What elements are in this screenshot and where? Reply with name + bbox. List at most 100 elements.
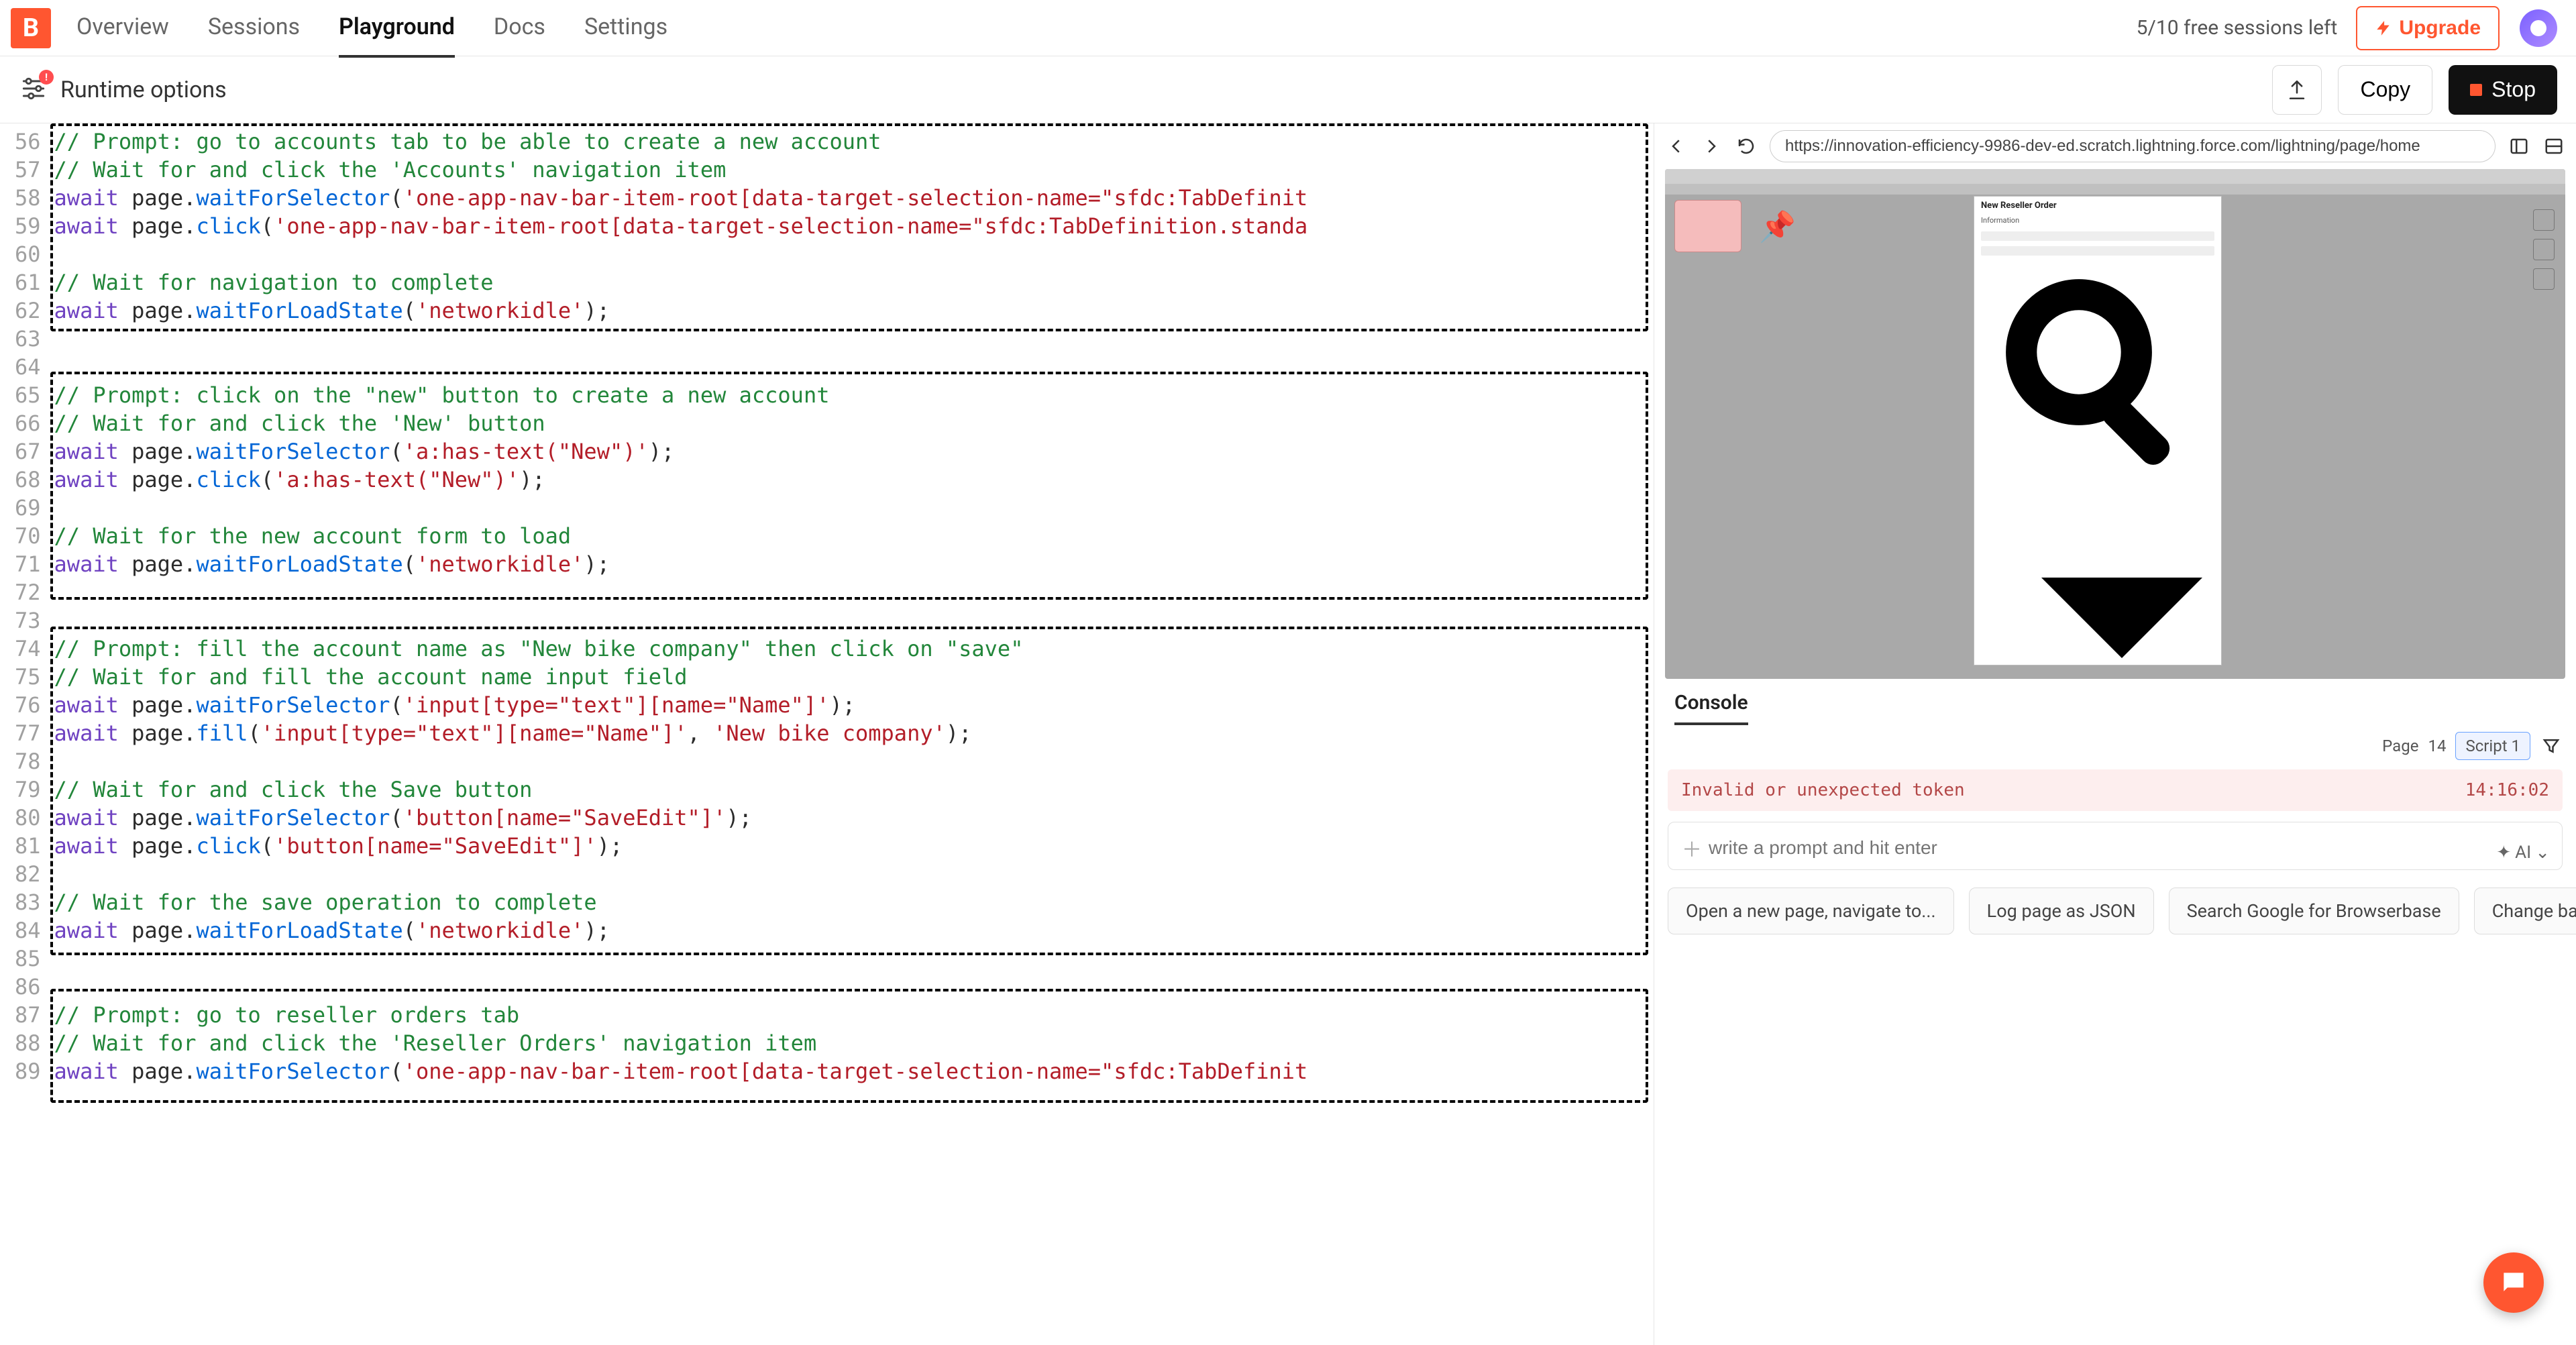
preview-modal-field: [1981, 231, 2214, 241]
code-line[interactable]: await page.waitForLoadState('networkidle…: [54, 916, 1647, 945]
code-line[interactable]: [54, 973, 1647, 1001]
nav-tab-sessions[interactable]: Sessions: [208, 0, 300, 58]
avatar[interactable]: [2520, 9, 2557, 47]
script-number: 1: [2512, 737, 2521, 755]
help-fab[interactable]: [2483, 1252, 2544, 1313]
copy-label: Copy: [2360, 77, 2410, 101]
code-line[interactable]: [54, 945, 1647, 973]
script-pill[interactable]: Script 1: [2455, 732, 2530, 760]
code-line[interactable]: await page.click('a:has-text("New")');: [54, 466, 1647, 494]
suggestion-pill[interactable]: Search Google for Browserbase: [2169, 887, 2459, 934]
code-line[interactable]: // Prompt: go to reseller orders tab: [54, 1001, 1647, 1029]
preview-chrome-strip: [1665, 169, 2565, 184]
code-line[interactable]: await page.waitForSelector('a:has-text("…: [54, 437, 1647, 466]
console-tabs: Console: [1654, 679, 2576, 725]
back-button[interactable]: [1665, 135, 1688, 158]
code-line[interactable]: // Wait for and click the 'Accounts' nav…: [54, 156, 1647, 184]
filter-button[interactable]: [2540, 735, 2563, 757]
code-line[interactable]: // Prompt: click on the "new" button to …: [54, 381, 1647, 409]
preview-chrome-strip-2: [1665, 184, 2565, 195]
sessions-left-label: 5/10 free sessions left: [2137, 16, 2338, 40]
code-line[interactable]: // Wait for and click the Save button: [54, 775, 1647, 804]
code-line[interactable]: // Prompt: go to accounts tab to be able…: [54, 127, 1647, 156]
preview-right-icons: [2533, 209, 2555, 290]
suggestion-row: Open a new page, navigate to... Log page …: [1654, 878, 2576, 944]
code-line[interactable]: [54, 606, 1647, 635]
top-nav: B Overview Sessions Playground Docs Settings…: [0, 0, 2576, 56]
preview-action-icon: [2533, 239, 2555, 260]
runtime-options-label[interactable]: Runtime options: [60, 76, 227, 103]
avatar-inner: [2530, 20, 2546, 36]
code-line[interactable]: await page.waitForSelector('button[name=…: [54, 804, 1647, 832]
code-line[interactable]: // Wait for navigation to complete: [54, 268, 1647, 297]
code-line[interactable]: await page.waitForLoadState('networkidle…: [54, 297, 1647, 325]
code-line[interactable]: await page.click('one-app-nav-bar-item-r…: [54, 212, 1647, 240]
forward-button[interactable]: [1700, 135, 1723, 158]
panel-toggle-2[interactable]: [2542, 135, 2565, 158]
runtime-options-icon[interactable]: !: [19, 74, 48, 106]
code-line[interactable]: // Wait for the new account form to load: [54, 522, 1647, 550]
pin-icon: 📌: [1759, 209, 1796, 244]
upgrade-button[interactable]: Upgrade: [2356, 6, 2500, 50]
console-error-row: Invalid or unexpected token 14:16:02: [1668, 769, 2563, 811]
suggestion-pill[interactable]: Change bac: [2474, 887, 2576, 934]
share-button[interactable]: [2272, 65, 2322, 115]
preview-left-card: [1674, 200, 1741, 252]
code-line[interactable]: // Prompt: fill the account name as "New…: [54, 635, 1647, 663]
code-line[interactable]: [54, 747, 1647, 775]
code-line[interactable]: await page.waitForSelector('one-app-nav-…: [54, 1057, 1647, 1085]
upgrade-label: Upgrade: [2399, 17, 2481, 40]
code-line[interactable]: [54, 494, 1647, 522]
right-pane: 📌 New Reseller Order Information Console: [1654, 123, 2576, 1345]
code-line[interactable]: // Wait for and fill the account name in…: [54, 663, 1647, 691]
arrow-right-icon: [1701, 136, 1721, 156]
code-line[interactable]: // Wait for and click the 'Reseller Orde…: [54, 1029, 1647, 1057]
logo-letter: B: [23, 13, 39, 43]
browser-preview[interactable]: 📌 New Reseller Order Information: [1665, 169, 2565, 679]
prompt-box[interactable]: ＋ ✦ AI ⌄: [1668, 822, 2563, 870]
nav-tab-overview[interactable]: Overview: [76, 0, 169, 58]
suggestion-pill[interactable]: Log page as JSON: [1969, 887, 2154, 934]
code-line[interactable]: // Wait for the save operation to comple…: [54, 888, 1647, 916]
console-tab[interactable]: Console: [1674, 691, 1748, 725]
error-message: Invalid or unexpected token: [1681, 780, 1965, 800]
preview-action-icon: [2533, 268, 2555, 290]
code-line[interactable]: await page.click('button[name="SaveEdit"…: [54, 832, 1647, 860]
nav-tab-settings[interactable]: Settings: [584, 0, 667, 58]
runtime-badge: !: [39, 70, 54, 85]
line-gutter: 5657585960616263646566676869707172737475…: [0, 123, 50, 1345]
reload-button[interactable]: [1735, 135, 1758, 158]
error-time: 14:16:02: [2465, 780, 2549, 800]
nav-tab-playground[interactable]: Playground: [339, 0, 455, 58]
code-line[interactable]: [54, 578, 1647, 606]
sparkle-icon: ✦: [2496, 843, 2511, 863]
ai-dropdown[interactable]: ✦ AI ⌄: [2496, 843, 2550, 863]
console-meta: Page 14 Script 1: [1654, 725, 2576, 767]
logo[interactable]: B: [11, 8, 51, 48]
url-input[interactable]: [1770, 130, 2496, 162]
code-line[interactable]: [54, 860, 1647, 888]
code-content[interactable]: // Prompt: go to accounts tab to be able…: [50, 123, 1654, 1345]
panel-icon: [2509, 136, 2529, 156]
stop-icon: [2470, 84, 2482, 96]
code-editor[interactable]: 5657585960616263646566676869707172737475…: [0, 123, 1654, 1345]
code-line[interactable]: [54, 325, 1647, 353]
ai-label: AI: [2515, 843, 2531, 863]
nav-tabs: Overview Sessions Playground Docs Settings: [76, 0, 667, 58]
browser-toolbar: [1654, 123, 2576, 169]
chevron-down-icon: ⌄: [2535, 843, 2550, 863]
copy-button[interactable]: Copy: [2338, 65, 2432, 115]
nav-tab-docs[interactable]: Docs: [494, 0, 545, 58]
prompt-input[interactable]: [1709, 837, 2548, 859]
code-line[interactable]: [54, 353, 1647, 381]
preview-modal-subtitle: Information: [1974, 215, 2221, 226]
code-line[interactable]: [54, 240, 1647, 268]
code-line[interactable]: // Wait for and click the 'New' button: [54, 409, 1647, 437]
stop-button[interactable]: Stop: [2449, 65, 2557, 115]
code-line[interactable]: await page.fill('input[type="text"][name…: [54, 719, 1647, 747]
code-line[interactable]: await page.waitForSelector('one-app-nav-…: [54, 184, 1647, 212]
suggestion-pill[interactable]: Open a new page, navigate to...: [1668, 887, 1954, 934]
code-line[interactable]: await page.waitForSelector('input[type="…: [54, 691, 1647, 719]
panel-toggle-1[interactable]: [2508, 135, 2530, 158]
code-line[interactable]: await page.waitForLoadState('networkidle…: [54, 550, 1647, 578]
